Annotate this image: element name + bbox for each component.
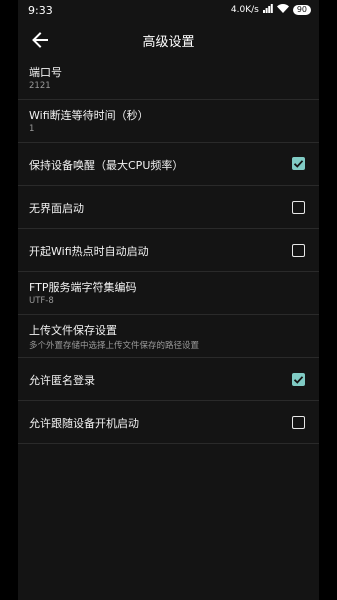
settings-screen: 9:33 4.0K/s 90 高级设置 端口号 2121 Wifi断连等待时间（… (18, 0, 319, 600)
setting-wifi-wait[interactable]: Wifi断连等待时间（秒） 1 (18, 100, 319, 143)
setting-upload-value: 多个外置存储中选择上传文件保存的路径设置 (29, 341, 200, 351)
setting-wifi-wait-title: Wifi断连等待时间（秒） (29, 109, 149, 122)
wifi-icon (276, 4, 289, 16)
setting-upload-title: 上传文件保存设置 (29, 324, 117, 337)
page-title: 高级设置 (142, 35, 195, 50)
status-bar: 9:33 4.0K/s 90 (18, 0, 319, 22)
setting-port-title: 端口号 (29, 66, 62, 79)
status-indicators: 4.0K/s 90 (231, 4, 311, 16)
anonymous-checkbox[interactable] (292, 373, 305, 386)
setting-anonymous-title: 允许匿名登录 (29, 374, 95, 387)
setting-keep-awake-title: 保持设备唤醒（最大CPU频率） (29, 159, 184, 172)
battery-badge: 90 (292, 5, 311, 15)
headless-checkbox[interactable] (292, 201, 305, 214)
setting-wifi-wait-value: 1 (29, 124, 35, 134)
setting-anonymous[interactable]: 允许匿名登录 (18, 358, 319, 401)
signal-icon (262, 4, 273, 16)
setting-headless[interactable]: 无界面启动 (18, 186, 319, 229)
setting-keep-awake[interactable]: 保持设备唤醒（最大CPU频率） (18, 143, 319, 186)
status-time: 9:33 (28, 4, 53, 17)
setting-upload[interactable]: 上传文件保存设置 多个外置存储中选择上传文件保存的路径设置 (18, 315, 319, 358)
setting-hotspot[interactable]: 开起Wifi热点时自动启动 (18, 229, 319, 272)
setting-boot[interactable]: 允许跟随设备开机启动 (18, 401, 319, 444)
setting-boot-title: 允许跟随设备开机启动 (29, 417, 139, 430)
setting-hotspot-title: 开起Wifi热点时自动启动 (29, 245, 149, 258)
setting-port[interactable]: 端口号 2121 (18, 58, 319, 100)
network-speed: 4.0K/s (230, 5, 259, 15)
boot-checkbox[interactable] (292, 416, 305, 429)
setting-headless-title: 无界面启动 (29, 202, 84, 215)
setting-charset[interactable]: FTP服务端字符集编码 UTF-8 (18, 272, 319, 315)
setting-charset-value: UTF-8 (29, 296, 54, 306)
setting-charset-title: FTP服务端字符集编码 (29, 281, 137, 294)
hotspot-checkbox[interactable] (292, 244, 305, 257)
setting-port-value: 2121 (29, 81, 51, 91)
keep-awake-checkbox[interactable] (292, 157, 305, 170)
app-bar: 高级设置 (18, 22, 319, 58)
